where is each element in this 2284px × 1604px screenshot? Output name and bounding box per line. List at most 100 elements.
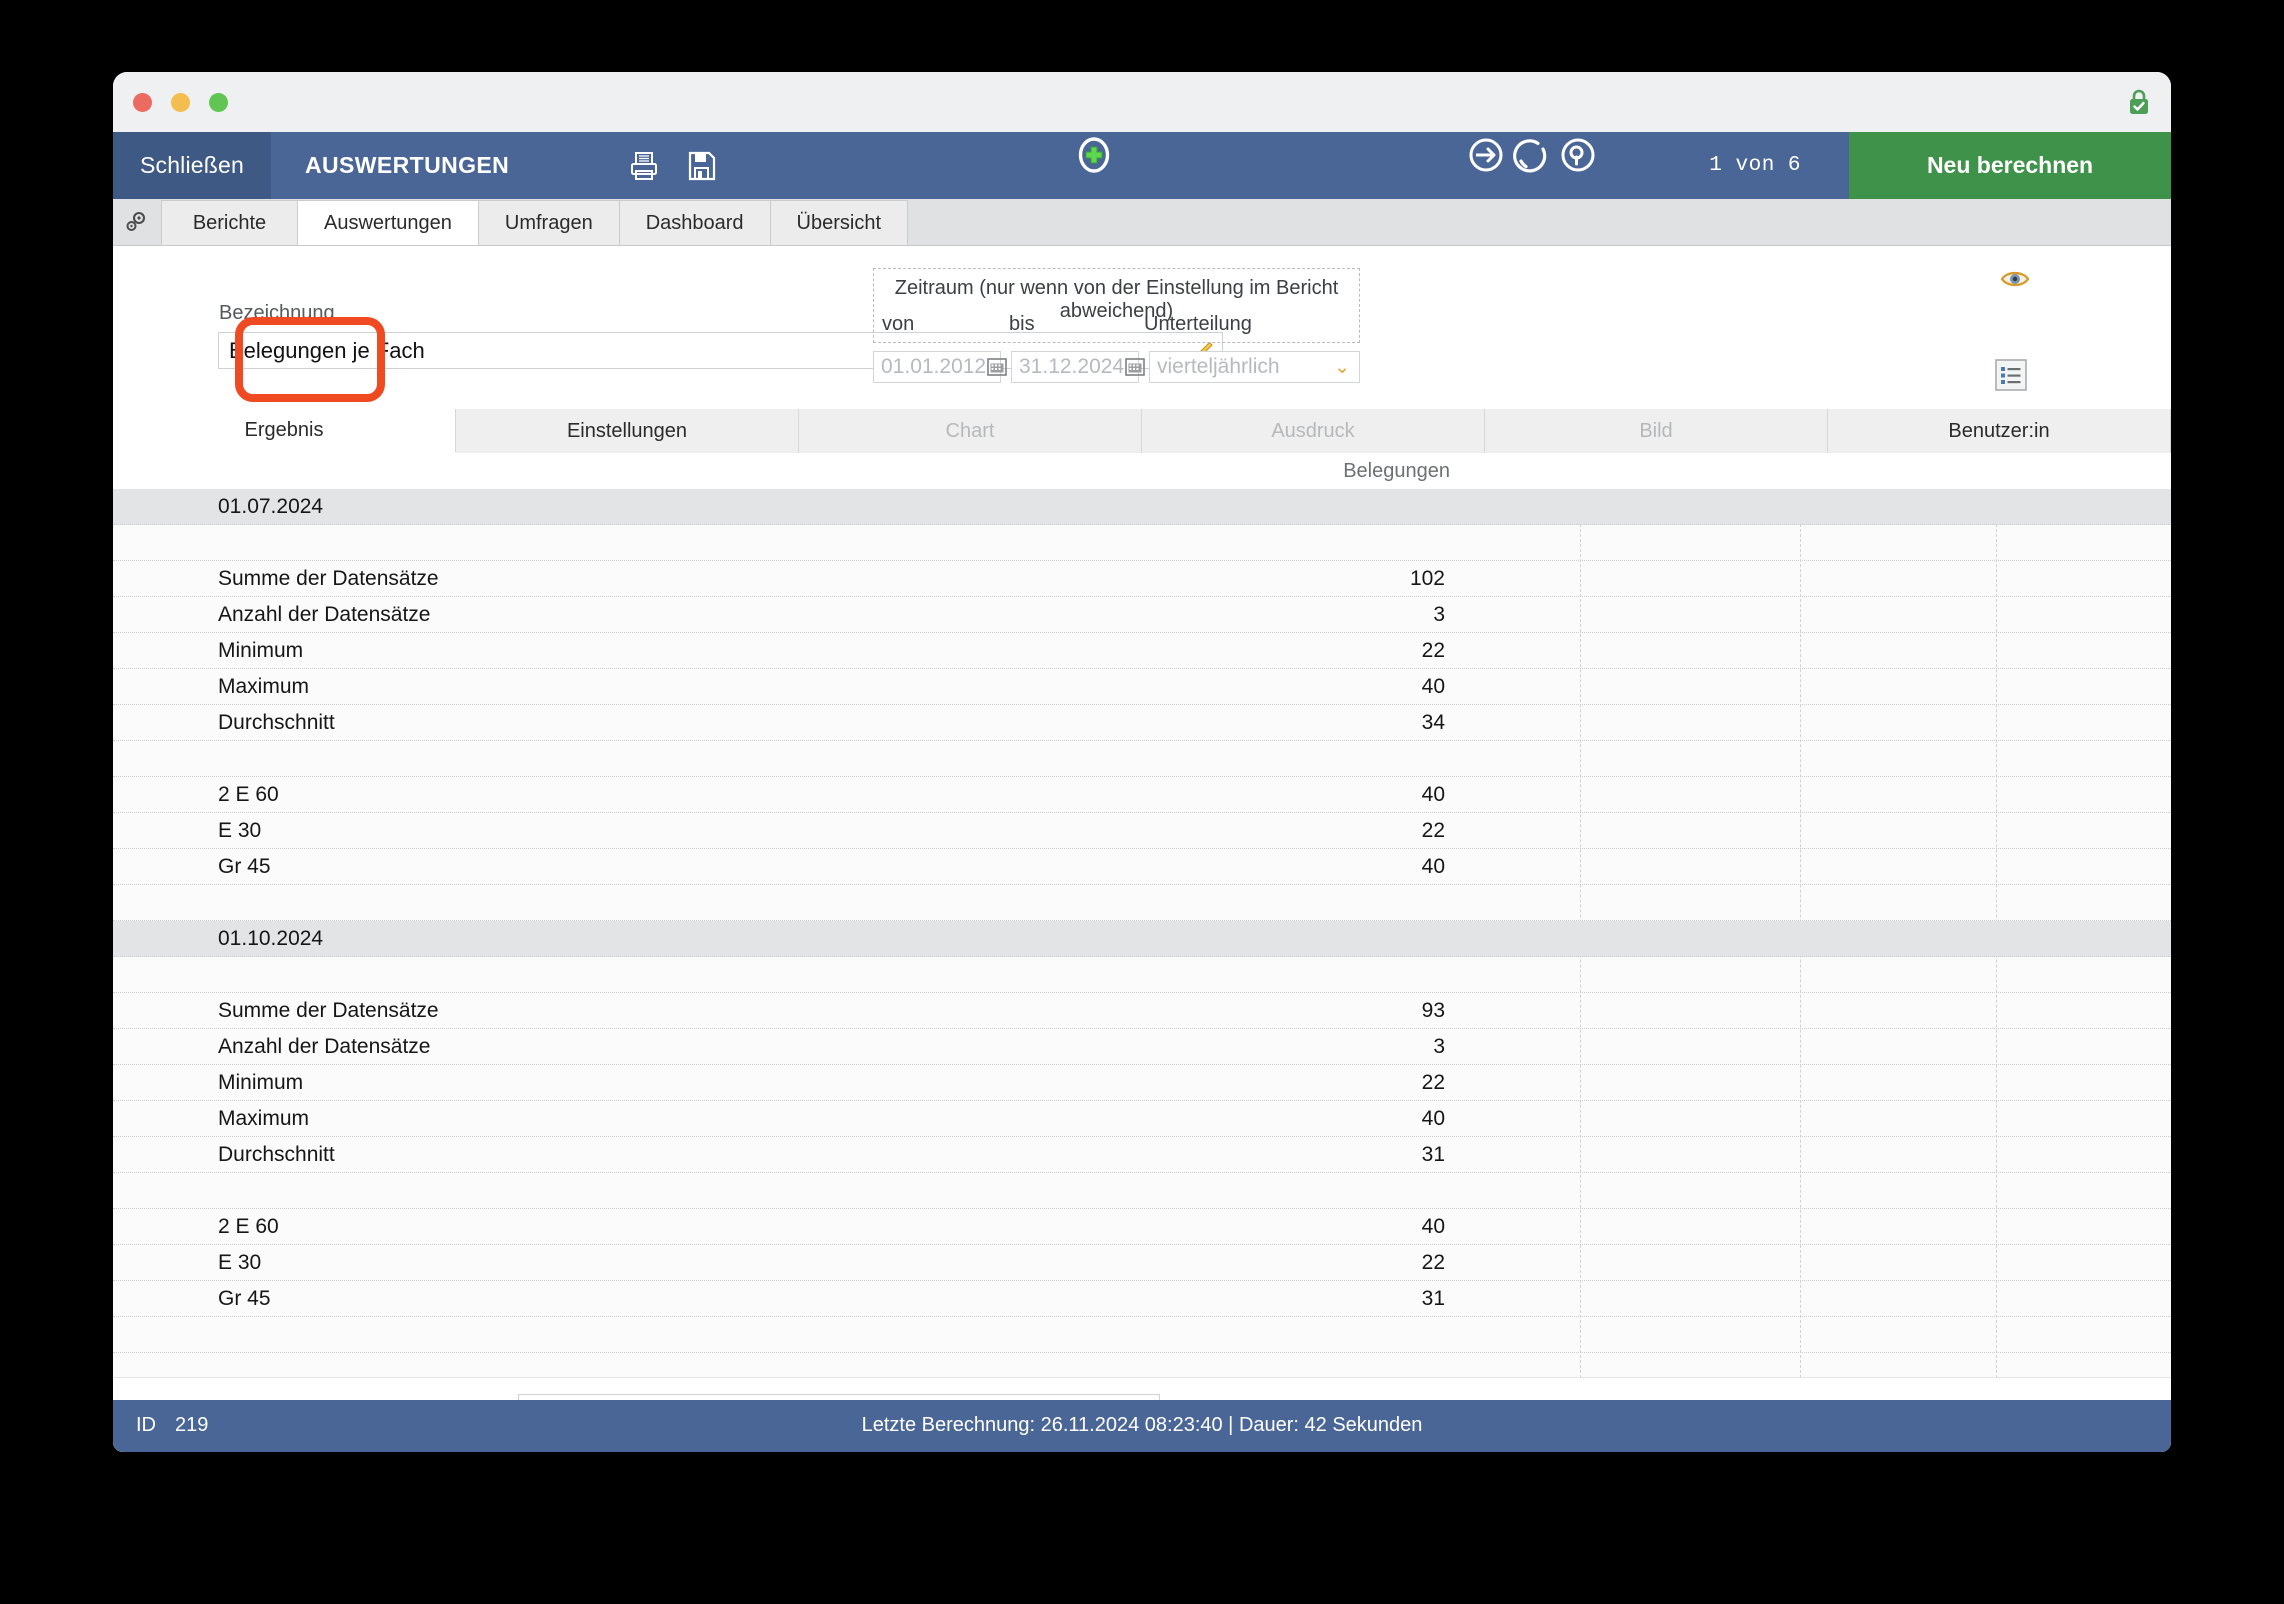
row-label: Summe der Datensätze [218, 567, 439, 590]
table-spacer-row[interactable] [113, 525, 2171, 561]
table-row[interactable]: Maximum 40 [113, 1101, 2171, 1137]
app-window: Schließen AUSWERTUNGEN 1 von 6 Neu berec… [113, 72, 2171, 1452]
search-circle-icon[interactable] [1555, 132, 1601, 178]
row-value: 22 [1421, 1251, 1445, 1274]
table-spacer-row[interactable] [113, 741, 2171, 777]
table-column-header: Belegungen [1343, 460, 1450, 482]
zeitraum-bis-value: 31.12.2024 [1019, 355, 1125, 378]
table-row[interactable]: Anzahl der Datensätze 3 [113, 597, 2171, 633]
row-value: 40 [1421, 855, 1445, 878]
bezeichnung-label: Bezeichnung [219, 302, 335, 324]
table-row[interactable]: Summe der Datensätze 93 [113, 993, 2171, 1029]
close-button[interactable]: Schließen [113, 132, 271, 199]
nav-tab-auswertungen[interactable]: Auswertungen [297, 200, 478, 245]
row-value: 93 [1421, 999, 1445, 1022]
row-value: 102 [1409, 567, 1445, 590]
table-row[interactable]: Anzahl der Datensätze 3 [113, 1029, 2171, 1065]
subtab-label: Benutzer:in [1948, 419, 2050, 442]
minimize-window-button[interactable] [171, 93, 190, 112]
table-spacer-row[interactable] [113, 885, 2171, 921]
zeitraum-bis-input[interactable]: 31.12.2024 [1011, 351, 1145, 383]
row-value: 40 [1421, 1107, 1445, 1130]
row-label: Minimum [218, 1071, 304, 1094]
table-group-header[interactable]: 01.10.2024 [113, 921, 2171, 957]
nav-tab-label: Dashboard [645, 211, 744, 234]
print-icon[interactable] [621, 143, 667, 189]
nav-tab-dashboard[interactable]: Dashboard [618, 200, 770, 245]
table-row[interactable]: Minimum 22 [113, 633, 2171, 669]
calendar-icon[interactable] [986, 356, 1008, 378]
refresh-circle-icon[interactable] [1509, 132, 1555, 178]
table-spacer-row[interactable] [113, 957, 2171, 993]
row-value: 3 [1433, 603, 1445, 626]
subtab-einstellungen[interactable]: Einstellungen [456, 409, 799, 453]
row-label: E 30 [218, 1251, 262, 1274]
table-header: Belegungen [113, 453, 2171, 489]
row-label: Gr 45 [218, 1287, 271, 1310]
table-row[interactable]: 2 E 60 40 [113, 1209, 2171, 1245]
zeitraum-von-input[interactable]: 01.01.2012 [873, 351, 1007, 383]
gear-icon[interactable] [113, 199, 161, 245]
nav-tab-label: Auswertungen [324, 211, 452, 234]
calendar-icon[interactable] [1124, 356, 1146, 378]
table-row[interactable]: Durchschnitt 34 [113, 705, 2171, 741]
row-value: 22 [1421, 639, 1445, 662]
chevron-down-icon[interactable]: ⌄ [1334, 356, 1350, 379]
subtab-label: Einstellungen [566, 419, 688, 442]
lock-check-icon [2126, 88, 2152, 116]
row-label: 01.07.2024 [218, 495, 324, 518]
nav-tab-berichte[interactable]: Berichte [161, 200, 297, 245]
table-row[interactable]: Gr 45 40 [113, 849, 2171, 885]
zeitraum-title: Zeitraum (nur wenn von der Einstellung i… [894, 277, 1339, 322]
subtab-ergebnis[interactable]: Ergebnis [113, 409, 456, 453]
row-value: 40 [1421, 783, 1445, 806]
list-icon[interactable] [1995, 359, 2027, 396]
window-controls[interactable] [133, 93, 228, 112]
table-row[interactable]: Minimum 22 [113, 1065, 2171, 1101]
main-toolbar: Schließen AUSWERTUNGEN 1 von 6 Neu berec… [113, 132, 2171, 199]
record-pager: 1 von 6 [1709, 154, 1802, 177]
table-row[interactable]: E 30 22 [113, 813, 2171, 849]
result-table[interactable]: 01.07.2024 Summe der Datensätze 102 Anzahl … [113, 489, 2171, 1378]
row-label: Summe der Datensätze [218, 999, 439, 1022]
table-row[interactable]: Maximum 40 [113, 669, 2171, 705]
subtab-chart: Chart [799, 409, 1142, 453]
goto-circle-icon[interactable] [1463, 132, 1509, 178]
toolbar-title: AUSWERTUNGEN [305, 152, 510, 178]
row-label: Maximum [218, 675, 310, 698]
nav-tab-label: Übersicht [796, 211, 882, 234]
table-row[interactable]: Gr 45 31 [113, 1281, 2171, 1317]
row-value: 3 [1433, 1035, 1445, 1058]
nav-tab-umfragen[interactable]: Umfragen [477, 200, 619, 245]
close-window-button[interactable] [133, 93, 152, 112]
zeitraum-von-label: von [882, 313, 915, 335]
subtab-benutzerin[interactable]: Benutzer:in [1828, 409, 2171, 453]
row-label: Gr 45 [218, 855, 271, 878]
table-row[interactable]: Summe der Datensätze 102 [113, 561, 2171, 597]
zeitraum-von-value: 01.01.2012 [881, 355, 987, 378]
unterteilung-select[interactable]: vierteljährlich ⌄ [1149, 351, 1360, 383]
row-label: Durchschnitt [218, 1143, 335, 1166]
subtab-bild: Bild [1485, 409, 1828, 453]
table-spacer-row[interactable] [113, 1317, 2171, 1353]
zeitraum-unterteilung-label: Unterteilung [1144, 313, 1252, 335]
recalculate-button[interactable]: Neu berechnen [1849, 132, 2171, 199]
save-icon[interactable] [679, 143, 725, 189]
row-label: 2 E 60 [218, 1215, 279, 1238]
eye-icon[interactable] [2000, 268, 2030, 295]
table-row[interactable]: 2 E 60 40 [113, 777, 2171, 813]
table-spacer-row[interactable] [113, 1173, 2171, 1209]
maximize-window-button[interactable] [209, 93, 228, 112]
zeitraum-panel: Zeitraum (nur wenn von der Einstellung i… [873, 268, 1360, 343]
row-value: 40 [1421, 675, 1445, 698]
add-circle-icon[interactable] [1071, 132, 1117, 178]
nav-tab-label: Umfragen [504, 211, 593, 234]
row-label: Anzahl der Datensätze [218, 603, 431, 626]
table-group-header[interactable]: 01.07.2024 [113, 489, 2171, 525]
subtab-label: Ergebnis [244, 419, 324, 441]
row-label: Minimum [218, 639, 304, 662]
status-calculation-info: Letzte Berechnung: 26.11.2024 08:23:40 |… [861, 1414, 1423, 1436]
table-row[interactable]: E 30 22 [113, 1245, 2171, 1281]
table-row[interactable]: Durchschnitt 31 [113, 1137, 2171, 1173]
nav-tab-uebersicht[interactable]: Übersicht [769, 200, 909, 245]
